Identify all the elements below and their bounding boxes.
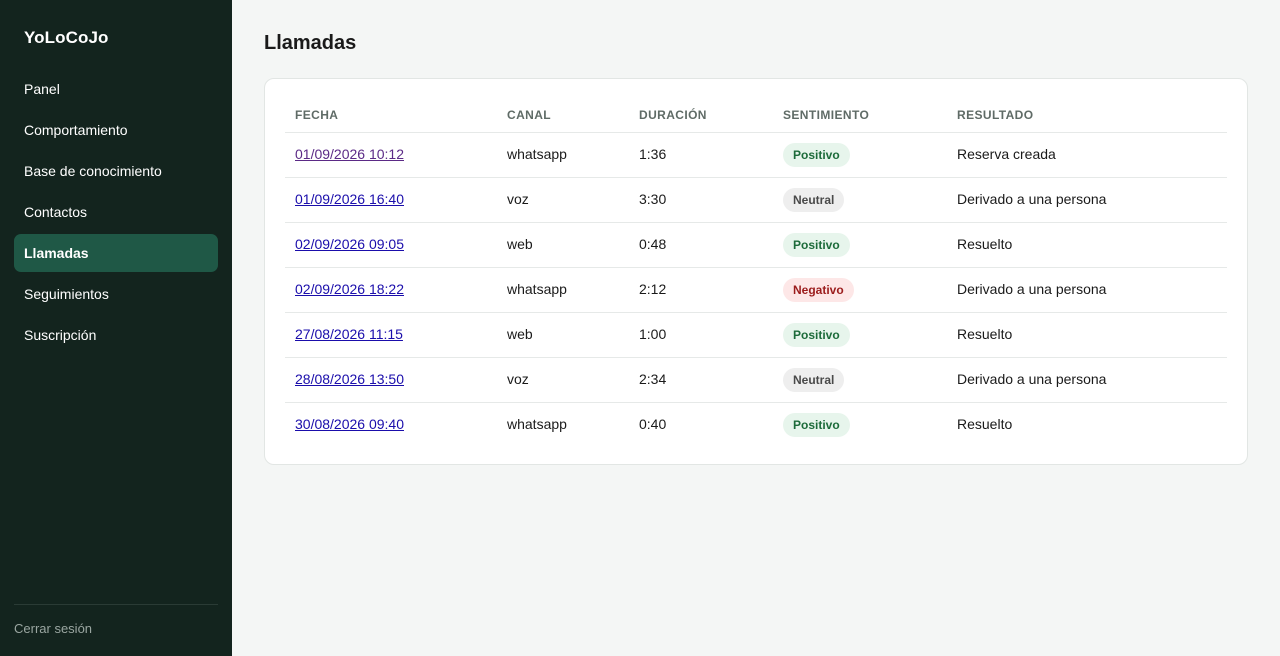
cell-fecha: 02/09/2026 09:05 bbox=[285, 222, 497, 268]
cell-sentimiento: Positivo bbox=[773, 132, 947, 178]
cell-resultado: Resuelto bbox=[957, 415, 1013, 432]
table-header: FECHA CANAL DURACIÓN SENTIMIENTO RESULTA… bbox=[285, 99, 1227, 133]
table-row: 01/09/2026 16:40 voz 3:30 Neutral Deriva… bbox=[285, 177, 1227, 223]
cell-sentimiento: Neutral bbox=[773, 357, 947, 403]
cell-canal: web bbox=[497, 222, 629, 268]
call-date-link[interactable]: 01/09/2026 16:40 bbox=[295, 191, 404, 207]
table-row: 02/09/2026 09:05 web 0:48 Positivo Resue… bbox=[285, 222, 1227, 268]
call-date-link[interactable]: 27/08/2026 11:15 bbox=[295, 326, 403, 342]
cell-sentimiento: Positivo bbox=[773, 402, 947, 447]
call-date-link[interactable]: 01/09/2026 10:12 bbox=[295, 146, 404, 162]
table-row: 02/09/2026 18:22 whatsapp 2:12 Negativo … bbox=[285, 267, 1227, 313]
brand-logo[interactable]: YoLoCoJo bbox=[24, 28, 109, 48]
column-header-fecha: FECHA bbox=[285, 99, 497, 133]
cell-duracion: 1:00 bbox=[629, 312, 773, 358]
column-header-duracion: DURACIÓN bbox=[629, 99, 773, 133]
sidebar-item-panel[interactable]: Panel bbox=[14, 70, 218, 108]
sentiment-badge: Neutral bbox=[783, 367, 845, 392]
cell-canal: voz bbox=[497, 357, 629, 403]
calls-card: FECHA CANAL DURACIÓN SENTIMIENTO RESULTA… bbox=[264, 78, 1248, 465]
cell-resultado: Resuelto bbox=[947, 222, 1227, 268]
sidebar-item-suscripcion[interactable]: Suscripción bbox=[14, 316, 218, 354]
logout-link[interactable]: Cerrar sesión bbox=[14, 621, 92, 636]
cell-resultado: Derivado a una persona bbox=[947, 267, 1227, 313]
cell-fecha: 01/09/2026 10:12 bbox=[285, 132, 497, 178]
cell-fecha: 30/08/2026 09:40 bbox=[285, 402, 497, 447]
cell-duracion: 3:30 bbox=[629, 177, 773, 223]
sidebar-item-contactos[interactable]: Contactos bbox=[14, 193, 218, 231]
sentiment-badge: Negativo bbox=[783, 277, 854, 302]
table-body: 01/09/2026 10:12 whatsapp 1:36 Positivo … bbox=[285, 132, 1227, 447]
sentiment-badge: Positivo bbox=[783, 142, 850, 167]
cell-sentimiento: Positivo bbox=[773, 222, 947, 268]
cell-resultado: Derivado a una persona bbox=[947, 177, 1227, 223]
call-date-link[interactable]: 02/09/2026 18:22 bbox=[295, 281, 404, 297]
cell-canal: whatsapp bbox=[497, 267, 629, 313]
sentiment-badge: Neutral bbox=[783, 187, 845, 212]
sidebar-item-comportamiento[interactable]: Comportamiento bbox=[14, 111, 218, 149]
page-title: Llamadas bbox=[264, 32, 357, 54]
cell-canal: whatsapp bbox=[507, 415, 567, 432]
call-date-link[interactable]: 02/09/2026 09:05 bbox=[295, 236, 404, 252]
call-date-link[interactable]: 30/08/2026 09:40 bbox=[295, 416, 404, 432]
cell-duracion: 0:40 bbox=[639, 415, 667, 432]
main-content: Llamadas FECHA CANAL DURACIÓN SENTIMIENT… bbox=[232, 0, 1280, 656]
sidebar-nav: Panel Comportamiento Base de conocimient… bbox=[14, 70, 218, 357]
cell-fecha: 28/08/2026 13:50 bbox=[285, 357, 497, 403]
sidebar-item-seguimientos[interactable]: Seguimientos bbox=[14, 275, 218, 313]
cell-fecha: 02/09/2026 18:22 bbox=[285, 267, 497, 313]
table-row: 30/08/2026 09:40 whatsapp 0:40 Positivo … bbox=[285, 402, 1227, 447]
calls-table: FECHA CANAL DURACIÓN SENTIMIENTO RESULTA… bbox=[285, 99, 1227, 447]
call-date-link[interactable]: 28/08/2026 13:50 bbox=[295, 371, 404, 387]
cell-duracion: 2:12 bbox=[629, 267, 773, 313]
cell-resultado: Reserva creada bbox=[947, 132, 1227, 178]
sentiment-badge: Positivo bbox=[783, 412, 850, 437]
sidebar-footer: Cerrar sesión bbox=[14, 604, 218, 638]
cell-sentimiento: Positivo bbox=[773, 312, 947, 358]
cell-fecha: 27/08/2026 11:15 bbox=[285, 312, 497, 358]
table-row: 27/08/2026 11:15 web 1:00 Positivo Resue… bbox=[285, 312, 1227, 358]
sentiment-badge: Positivo bbox=[783, 322, 850, 347]
header-row: FECHA CANAL DURACIÓN SENTIMIENTO RESULTA… bbox=[285, 99, 1227, 133]
cell-canal: voz bbox=[497, 177, 629, 223]
column-header-sentimiento: SENTIMIENTO bbox=[773, 99, 947, 133]
cell-duracion: 0:48 bbox=[629, 222, 773, 268]
cell-canal: whatsapp bbox=[497, 132, 629, 178]
column-header-canal: CANAL bbox=[497, 99, 629, 133]
cell-resultado: Resuelto bbox=[947, 312, 1227, 358]
sentiment-badge: Positivo bbox=[783, 232, 850, 257]
sidebar-item-base-de-conocimiento[interactable]: Base de conocimiento bbox=[14, 152, 218, 190]
cell-sentimiento: Negativo bbox=[773, 267, 947, 313]
cell-duracion: 2:34 bbox=[629, 357, 773, 403]
table-row: 01/09/2026 10:12 whatsapp 1:36 Positivo … bbox=[285, 132, 1227, 178]
cell-canal: web bbox=[497, 312, 629, 358]
cell-duracion: 1:36 bbox=[629, 132, 773, 178]
sidebar-item-llamadas[interactable]: Llamadas bbox=[14, 234, 218, 272]
cell-sentimiento: Neutral bbox=[773, 177, 947, 223]
column-header-resultado: RESULTADO bbox=[947, 99, 1227, 133]
table-row: 28/08/2026 13:50 voz 2:34 Neutral Deriva… bbox=[285, 357, 1227, 403]
sidebar: YoLoCoJo Panel Comportamiento Base de co… bbox=[0, 0, 232, 656]
cell-resultado: Derivado a una persona bbox=[947, 357, 1227, 403]
cell-fecha: 01/09/2026 16:40 bbox=[285, 177, 497, 223]
